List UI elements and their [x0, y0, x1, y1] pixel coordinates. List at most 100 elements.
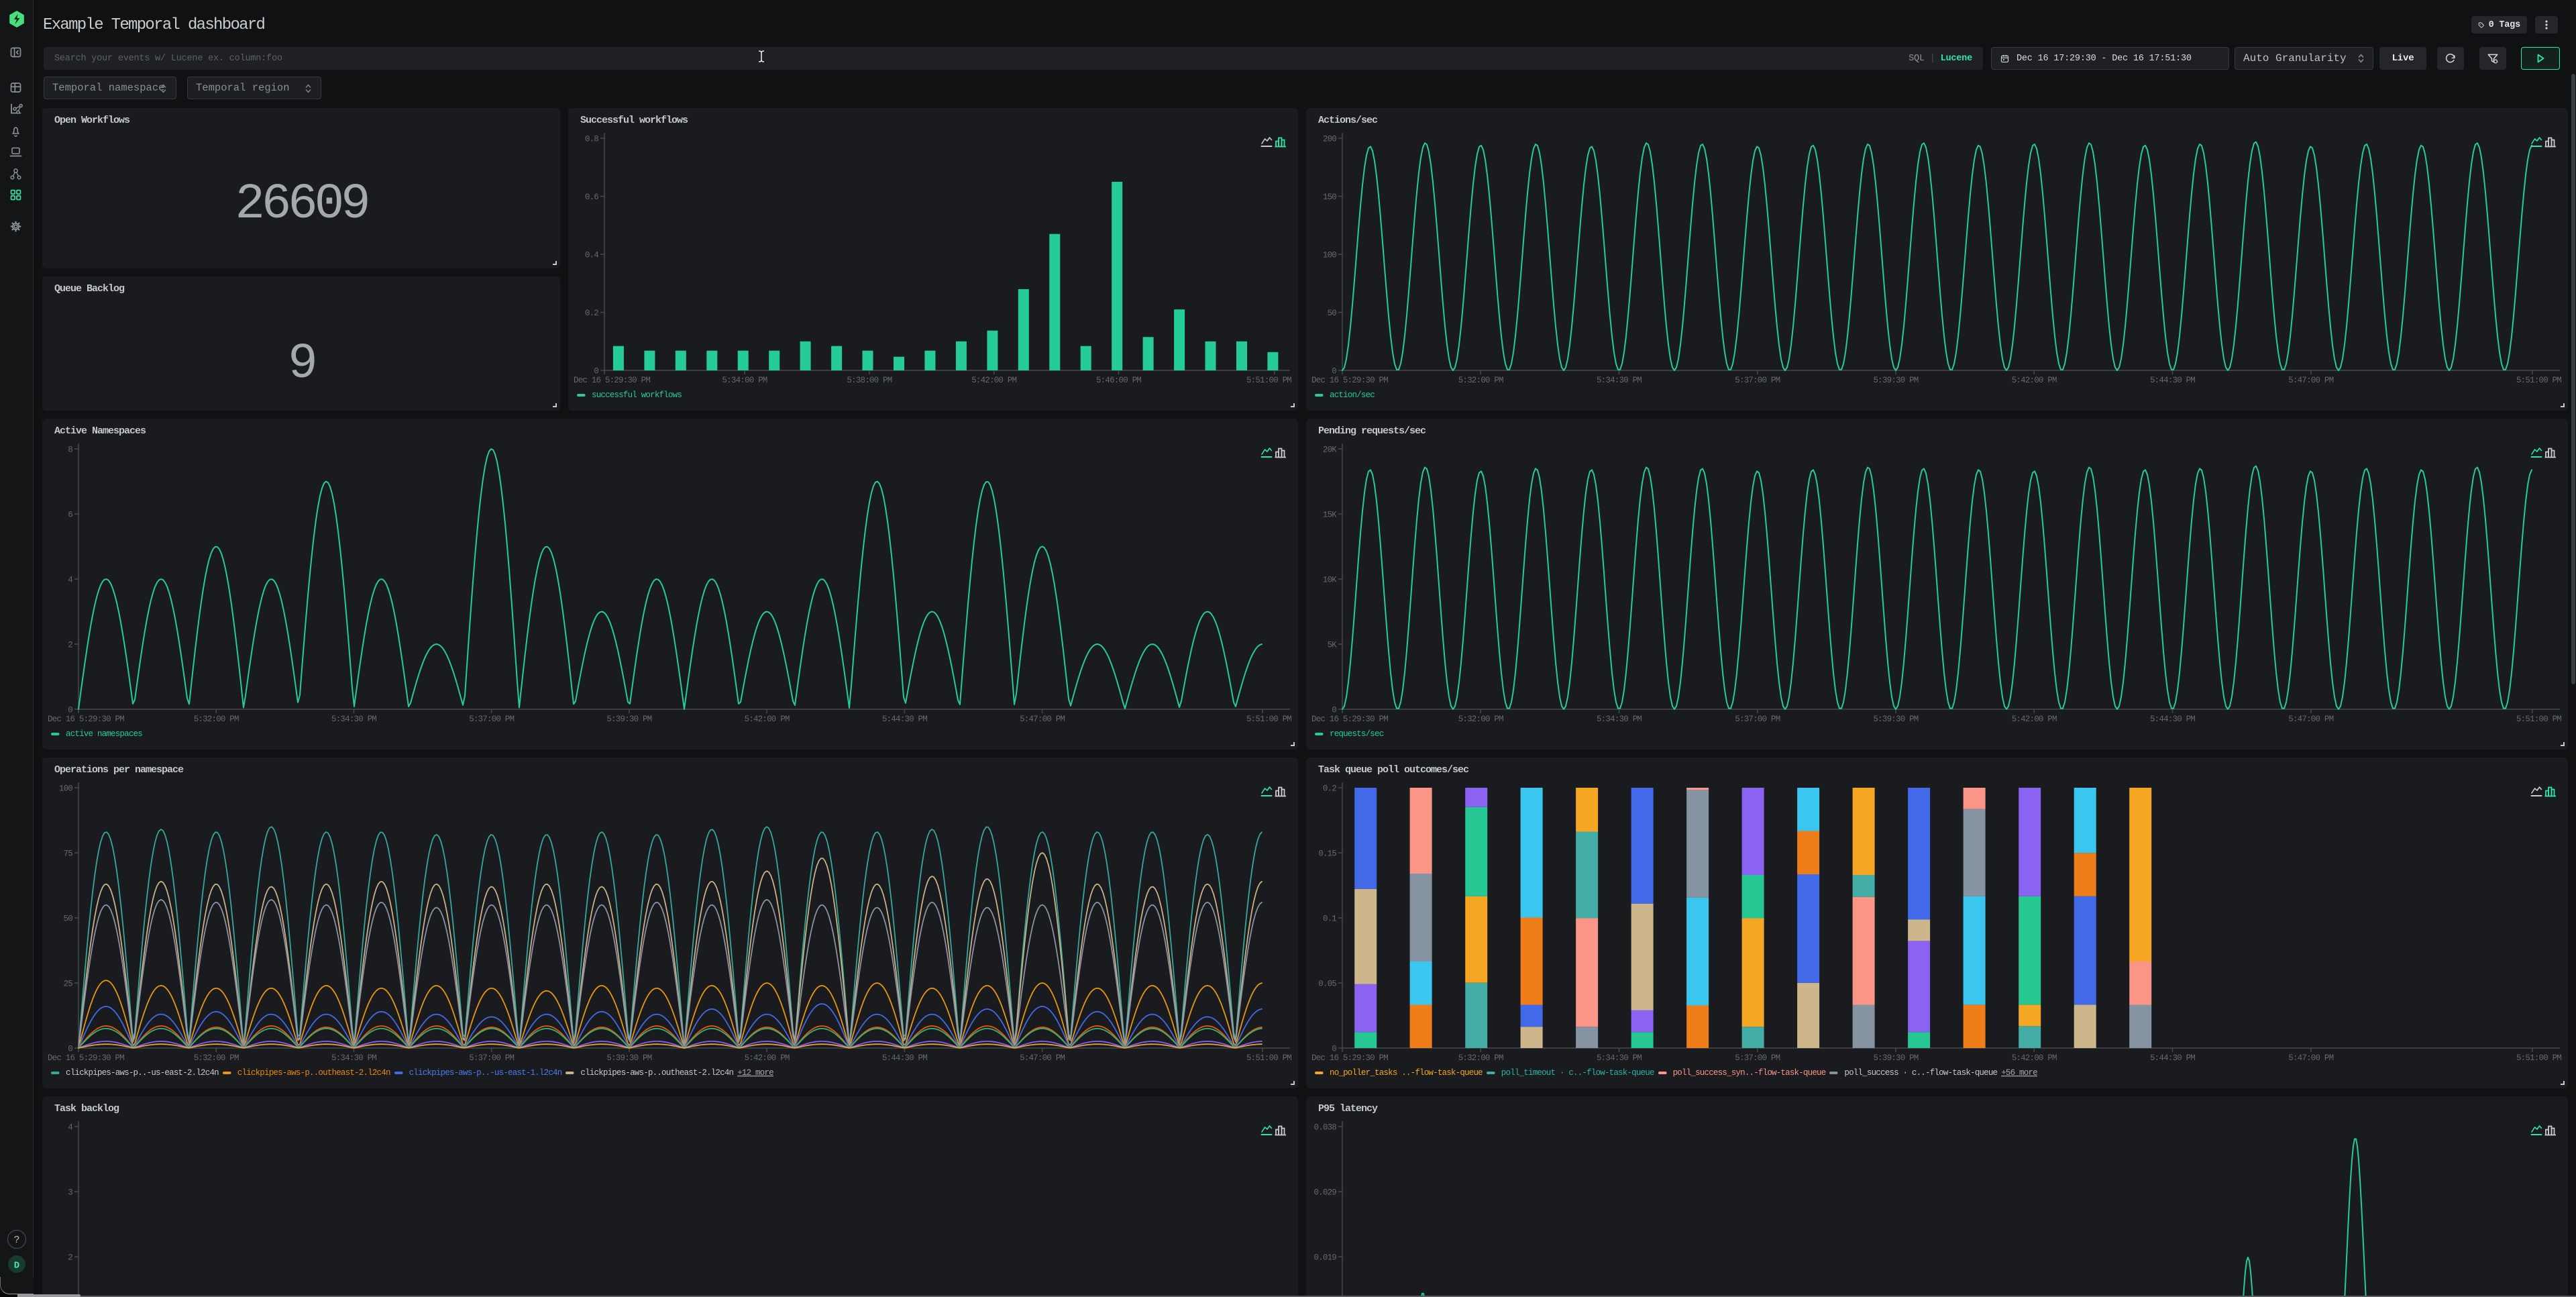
- svg-text:4: 4: [68, 1123, 72, 1133]
- svg-text:0.8: 0.8: [585, 135, 598, 144]
- svg-text:0: 0: [1332, 367, 1336, 376]
- svg-text:0.038: 0.038: [1313, 1123, 1336, 1133]
- svg-text:clickpipes-aws-p..outheast-2.l: clickpipes-aws-p..outheast-2.l2c4n: [580, 1068, 733, 1078]
- svg-text:clickpipes-aws-p..-us-east-1.l: clickpipes-aws-p..-us-east-1.l2c4n: [409, 1068, 562, 1078]
- svg-text:?: ?: [13, 1235, 19, 1246]
- svg-text:0.6: 0.6: [585, 193, 598, 202]
- svg-text:5:37:00 PM: 5:37:00 PM: [469, 715, 514, 724]
- svg-text:10K: 10K: [1323, 576, 1337, 585]
- svg-text:0.019: 0.019: [1313, 1253, 1336, 1263]
- svg-text:20K: 20K: [1323, 446, 1337, 455]
- svg-text:5:44:30 PM: 5:44:30 PM: [2150, 715, 2195, 724]
- svg-text:Dec 16 5:29:30 PM: Dec 16 5:29:30 PM: [48, 1053, 124, 1063]
- svg-text:0: 0: [68, 1045, 72, 1054]
- svg-text:50: 50: [64, 915, 73, 924]
- svg-text:5K: 5K: [1328, 641, 1338, 650]
- svg-text:0.029: 0.029: [1313, 1188, 1336, 1198]
- svg-text:5:32:00 PM: 5:32:00 PM: [194, 1053, 239, 1063]
- svg-text:5:47:00 PM: 5:47:00 PM: [1020, 715, 1065, 724]
- svg-text:5:34:30 PM: 5:34:30 PM: [331, 1053, 376, 1063]
- svg-text:5:47:00 PM: 5:47:00 PM: [2288, 376, 2333, 385]
- svg-text:5:47:00 PM: 5:47:00 PM: [2288, 1053, 2333, 1063]
- svg-text:5:51:00 PM: 5:51:00 PM: [2516, 1053, 2561, 1063]
- svg-text:clickpipes-aws-p..outheast-2.l: clickpipes-aws-p..outheast-2.l2c4n: [237, 1068, 390, 1078]
- svg-text:D: D: [14, 1261, 19, 1272]
- svg-text:100: 100: [59, 784, 72, 794]
- svg-text:0.15: 0.15: [1318, 849, 1336, 859]
- svg-text:0: 0: [1332, 706, 1336, 715]
- svg-text:0: 0: [68, 706, 72, 715]
- svg-text:0.2: 0.2: [1323, 784, 1336, 794]
- svg-text:5:34:30 PM: 5:34:30 PM: [331, 715, 376, 724]
- svg-text:poll_success · c..-flow-task-q: poll_success · c..-flow-task-queue: [1844, 1068, 1997, 1078]
- svg-text:requests/sec: requests/sec: [1330, 729, 1384, 739]
- svg-text:5:34:30 PM: 5:34:30 PM: [1597, 376, 1642, 385]
- svg-text:Dec 16 5:29:30 PM: Dec 16 5:29:30 PM: [1311, 1053, 1388, 1063]
- svg-text:5:42:00 PM: 5:42:00 PM: [2012, 376, 2057, 385]
- svg-text:100: 100: [1323, 251, 1336, 260]
- svg-text:5:51:00 PM: 5:51:00 PM: [1246, 715, 1291, 724]
- svg-text:5:42:00 PM: 5:42:00 PM: [971, 376, 1016, 385]
- svg-text:200: 200: [1323, 135, 1336, 144]
- svg-text:50: 50: [1328, 309, 1337, 318]
- svg-text:5:32:00 PM: 5:32:00 PM: [1458, 715, 1503, 724]
- svg-text:75: 75: [64, 849, 73, 859]
- svg-text:0.4: 0.4: [585, 251, 598, 260]
- svg-text:clickpipes-aws-p..-us-east-2.l: clickpipes-aws-p..-us-east-2.l2c4n: [66, 1068, 219, 1078]
- svg-text:0: 0: [1332, 1045, 1336, 1054]
- svg-text:15K: 15K: [1323, 511, 1337, 520]
- svg-text:Dec 16 5:29:30 PM: Dec 16 5:29:30 PM: [1311, 715, 1388, 724]
- svg-text:5:51:00 PM: 5:51:00 PM: [1246, 1053, 1291, 1063]
- svg-text:5:39:30 PM: 5:39:30 PM: [1873, 1053, 1918, 1063]
- svg-text:0.05: 0.05: [1318, 980, 1336, 989]
- svg-text:0.1: 0.1: [1323, 915, 1336, 924]
- svg-text:5:37:00 PM: 5:37:00 PM: [469, 1053, 514, 1063]
- svg-text:5:34:30 PM: 5:34:30 PM: [1597, 1053, 1642, 1063]
- svg-text:poll_success_syn..-flow-task-q: poll_success_syn..-flow-task-queue: [1673, 1068, 1826, 1078]
- svg-text:successful workflows: successful workflows: [592, 391, 682, 400]
- svg-text:5:44:30 PM: 5:44:30 PM: [882, 715, 927, 724]
- svg-text:action/sec: action/sec: [1330, 391, 1375, 400]
- svg-text:+12 more: +12 more: [737, 1068, 773, 1078]
- svg-text:5:34:30 PM: 5:34:30 PM: [1597, 715, 1642, 724]
- svg-text:5:42:00 PM: 5:42:00 PM: [2012, 715, 2057, 724]
- svg-text:5:44:30 PM: 5:44:30 PM: [2150, 1053, 2195, 1063]
- svg-text:5:51:00 PM: 5:51:00 PM: [2516, 715, 2561, 724]
- svg-text:5:39:30 PM: 5:39:30 PM: [1873, 376, 1918, 385]
- svg-text:25: 25: [64, 980, 73, 989]
- svg-text:2: 2: [68, 641, 72, 650]
- svg-text:5:34:00 PM: 5:34:00 PM: [722, 376, 767, 385]
- svg-text:5:32:00 PM: 5:32:00 PM: [1458, 1053, 1503, 1063]
- svg-text:5:46:00 PM: 5:46:00 PM: [1096, 376, 1141, 385]
- svg-text:5:47:00 PM: 5:47:00 PM: [2288, 715, 2333, 724]
- svg-text:6: 6: [68, 511, 72, 520]
- svg-text:2: 2: [68, 1253, 72, 1263]
- svg-text:8: 8: [68, 446, 72, 455]
- svg-text:5:47:00 PM: 5:47:00 PM: [1020, 1053, 1065, 1063]
- svg-text:5:51:00 PM: 5:51:00 PM: [1246, 376, 1291, 385]
- svg-text:5:37:00 PM: 5:37:00 PM: [1735, 376, 1780, 385]
- svg-text:0.2: 0.2: [585, 309, 598, 318]
- svg-text:5:44:30 PM: 5:44:30 PM: [2150, 376, 2195, 385]
- svg-text:4: 4: [68, 576, 72, 585]
- svg-text:0: 0: [594, 367, 598, 376]
- svg-text:5:51:00 PM: 5:51:00 PM: [2516, 376, 2561, 385]
- svg-text:Dec 16 5:29:30 PM: Dec 16 5:29:30 PM: [48, 715, 124, 724]
- svg-text:poll_timeout · c..-flow-task-q: poll_timeout · c..-flow-task-queue: [1501, 1068, 1654, 1078]
- svg-text:3: 3: [68, 1188, 72, 1198]
- svg-text:+56 more: +56 more: [2001, 1068, 2037, 1078]
- svg-text:5:38:00 PM: 5:38:00 PM: [847, 376, 892, 385]
- svg-text:5:32:00 PM: 5:32:00 PM: [194, 715, 239, 724]
- svg-text:5:32:00 PM: 5:32:00 PM: [1458, 376, 1503, 385]
- svg-text:5:42:00 PM: 5:42:00 PM: [745, 1053, 790, 1063]
- svg-text:no_poller_tasks ..-flow-task-q: no_poller_tasks ..-flow-task-queue: [1330, 1068, 1483, 1078]
- svg-text:Dec 16 5:29:30 PM: Dec 16 5:29:30 PM: [574, 376, 650, 385]
- svg-text:5:44:30 PM: 5:44:30 PM: [882, 1053, 927, 1063]
- svg-text:5:39:30 PM: 5:39:30 PM: [606, 715, 651, 724]
- svg-text:active namespaces: active namespaces: [66, 729, 142, 739]
- svg-text:5:39:30 PM: 5:39:30 PM: [1873, 715, 1918, 724]
- svg-text:5:42:00 PM: 5:42:00 PM: [745, 715, 790, 724]
- svg-text:5:42:00 PM: 5:42:00 PM: [2012, 1053, 2057, 1063]
- svg-text:150: 150: [1323, 193, 1336, 202]
- svg-text:5:37:00 PM: 5:37:00 PM: [1735, 715, 1780, 724]
